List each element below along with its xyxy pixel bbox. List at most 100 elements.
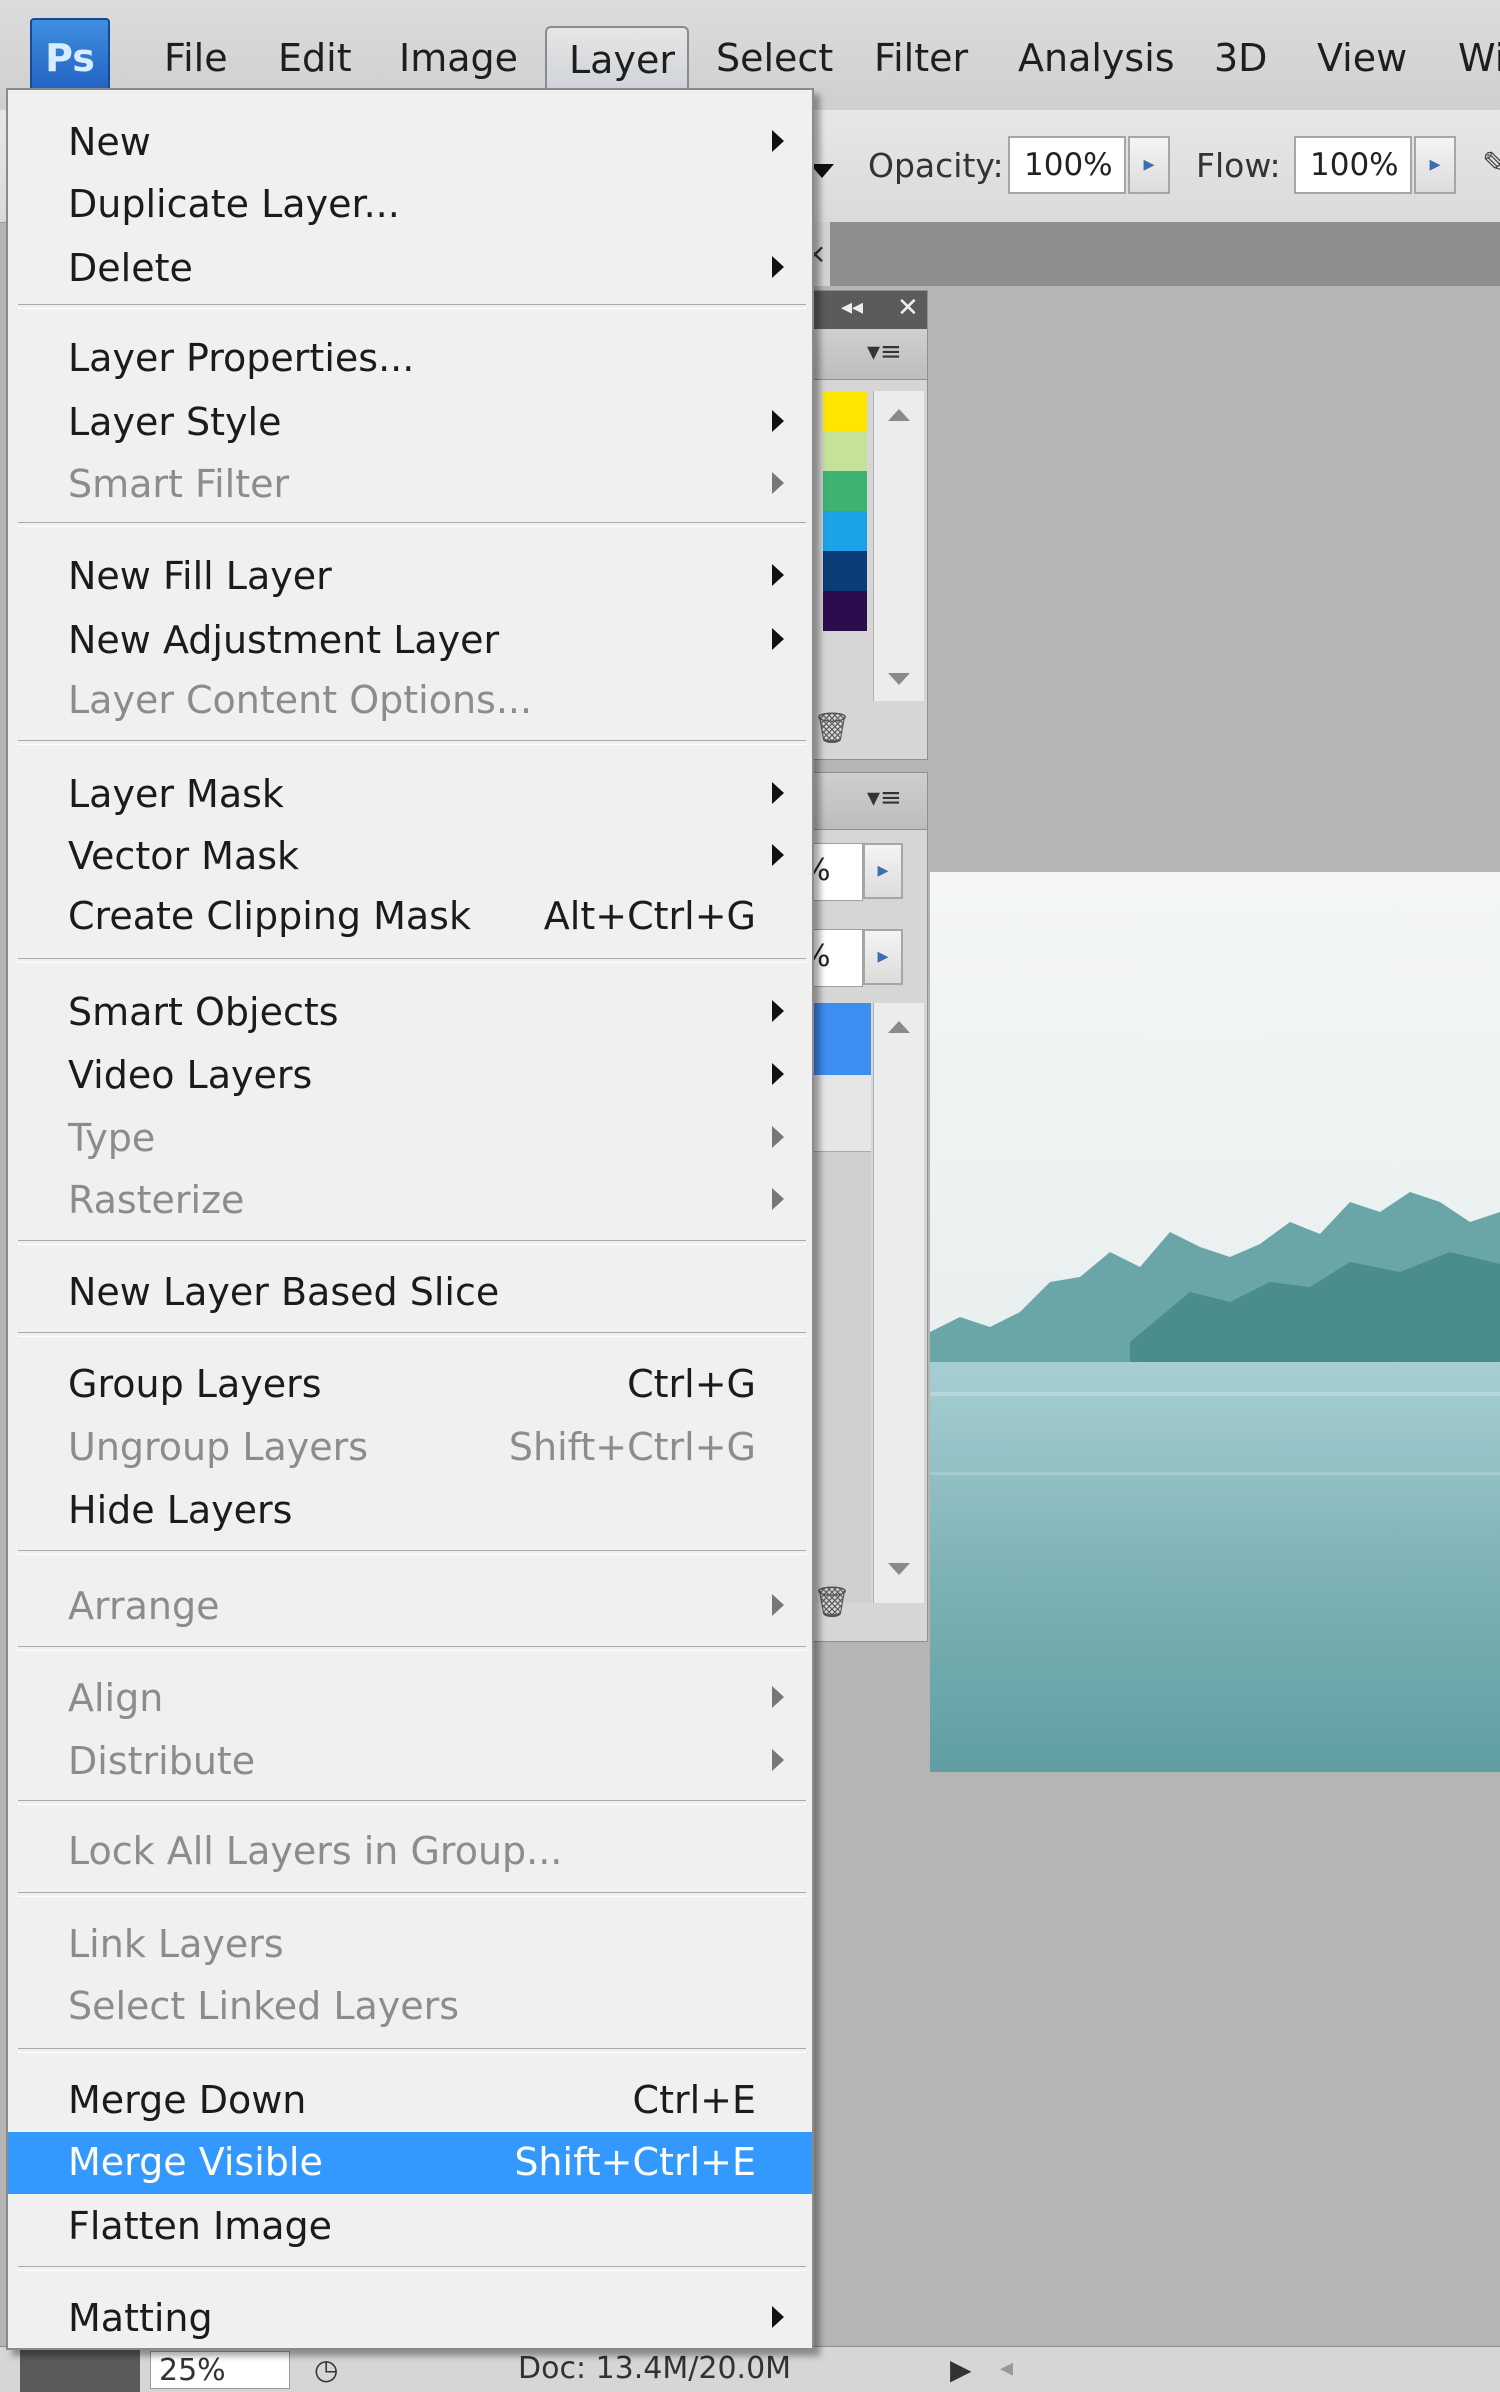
panel-tab-row: ▾≡ — [801, 773, 927, 830]
scroll-up-icon[interactable] — [888, 409, 910, 421]
scroll-up-icon[interactable] — [888, 1021, 910, 1033]
submenu-arrow-icon — [772, 1126, 784, 1148]
menu-analysis[interactable]: Analysis — [996, 26, 1197, 90]
menu-item-layer-style[interactable]: Layer Style — [8, 392, 812, 452]
swatches-panel: ◂◂ ✕ ▾≡ 🗑 — [800, 290, 928, 760]
menu-item-layer-properties[interactable]: Layer Properties... — [8, 328, 812, 388]
menu-item-create-clipping-mask[interactable]: Create Clipping Mask Alt+Ctrl+G — [8, 886, 812, 946]
menu-separator — [18, 2266, 806, 2271]
menu-item-label: New Layer Based Slice — [68, 1270, 500, 1314]
submenu-arrow-icon — [772, 410, 784, 432]
submenu-arrow-icon — [772, 1686, 784, 1708]
submenu-arrow-icon — [772, 1000, 784, 1022]
menu-filter[interactable]: Filter — [852, 26, 990, 90]
menu-separator — [18, 304, 806, 309]
menu-item-delete[interactable]: Delete — [8, 238, 812, 298]
menu-item-smart-objects[interactable]: Smart Objects — [8, 982, 812, 1042]
color-swatch[interactable] — [823, 471, 867, 511]
menu-item-new[interactable]: New — [8, 112, 812, 172]
color-swatch[interactable] — [823, 591, 867, 631]
menu-item-duplicate-layer[interactable]: Duplicate Layer... — [8, 174, 812, 234]
menu-layer[interactable]: Layer — [545, 26, 689, 90]
layers-scrollbar[interactable] — [873, 1003, 924, 1603]
airbrush-icon[interactable]: ✎ — [1482, 146, 1500, 181]
menu-item-video-layers[interactable]: Video Layers — [8, 1045, 812, 1105]
panel-menu-icon[interactable]: ▾≡ — [867, 337, 902, 367]
status-dark-block — [20, 2347, 140, 2392]
photoshop-logo[interactable]: Ps — [30, 18, 110, 98]
menu-item-group-layers[interactable]: Group Layers Ctrl+G — [8, 1354, 812, 1414]
menu-item-vector-mask[interactable]: Vector Mask — [8, 826, 812, 886]
status-bar: 25% ◷ Doc: 13.4M/20.0M ▶ ◂ — [0, 2346, 1500, 2392]
color-swatch[interactable] — [823, 391, 867, 431]
menu-item-hide-layers[interactable]: Hide Layers — [8, 1480, 812, 1540]
flow-slider-arrow-icon[interactable]: ▸ — [1414, 136, 1456, 194]
submenu-arrow-icon — [772, 130, 784, 152]
menu-item-new-fill-layer[interactable]: New Fill Layer — [8, 546, 812, 606]
trash-icon[interactable]: 🗑 — [813, 711, 851, 746]
opacity-label: Opacity: — [868, 146, 1004, 185]
menu-item-ungroup-layers: Ungroup Layers Shift+Ctrl+G — [8, 1417, 812, 1477]
menu-view[interactable]: View — [1295, 26, 1429, 90]
menu-item-label: Rasterize — [68, 1178, 245, 1222]
submenu-arrow-icon — [772, 1188, 784, 1210]
opacity-slider-arrow-icon[interactable]: ▸ — [1128, 136, 1170, 194]
status-info-icon[interactable]: ◷ — [314, 2353, 338, 2386]
menu-item-select-linked-layers: Select Linked Layers — [8, 1976, 812, 2036]
scroll-down-icon[interactable] — [888, 1563, 910, 1575]
menu-item-label: Distribute — [68, 1739, 256, 1783]
menu-item-label: Matting — [68, 2296, 213, 2340]
status-menu-arrow-icon[interactable]: ▶ — [950, 2353, 972, 2386]
menu-separator — [18, 522, 806, 527]
document-canvas[interactable] — [930, 872, 1500, 1772]
color-swatch[interactable] — [823, 551, 867, 591]
panel-menu-icon[interactable]: ▾≡ — [867, 783, 902, 813]
submenu-arrow-icon — [772, 564, 784, 586]
menu-item-shortcut: Ctrl+G — [627, 1362, 756, 1406]
close-icon[interactable]: ✕ — [897, 293, 919, 323]
submenu-arrow-icon — [772, 1749, 784, 1771]
scroll-down-icon[interactable] — [888, 673, 910, 685]
layer-menu-dropdown: New Duplicate Layer... Delete Layer Prop… — [6, 88, 814, 2350]
color-swatch[interactable] — [823, 431, 867, 471]
menu-item-label: Smart Objects — [68, 990, 339, 1034]
menu-item-label: Align — [68, 1676, 164, 1720]
menu-separator — [18, 2048, 806, 2053]
menu-item-merge-down[interactable]: Merge Down Ctrl+E — [8, 2070, 812, 2130]
menu-item-label: Flatten Image — [68, 2204, 333, 2248]
menu-3d[interactable]: 3D — [1192, 26, 1289, 90]
menu-item-label: Delete — [68, 246, 193, 290]
flow-input[interactable]: 100% — [1294, 136, 1412, 194]
layers-panel: ▾≡ % ▸ % ▸ 🗑 — [800, 772, 928, 1642]
menu-separator — [18, 1332, 806, 1337]
opacity-input[interactable]: 100% — [1008, 136, 1126, 194]
menu-item-layer-mask[interactable]: Layer Mask — [8, 764, 812, 824]
menu-item-align: Align — [8, 1668, 812, 1728]
menu-item-new-layer-based-slice[interactable]: New Layer Based Slice — [8, 1262, 812, 1322]
menu-image[interactable]: Image — [377, 26, 540, 90]
menu-separator — [18, 1646, 806, 1651]
menu-select[interactable]: Select — [694, 26, 855, 90]
menu-item-shortcut: Shift+Ctrl+G — [508, 1425, 756, 1469]
collapse-icon[interactable]: ◂◂ — [841, 295, 863, 320]
submenu-arrow-icon — [772, 844, 784, 866]
menu-file[interactable]: File — [142, 26, 250, 90]
menu-item-flatten-image[interactable]: Flatten Image — [8, 2196, 812, 2256]
menu-item-label: Hide Layers — [68, 1488, 293, 1532]
menu-item-merge-visible[interactable]: Merge Visible Shift+Ctrl+E — [8, 2132, 812, 2194]
zoom-input[interactable]: 25% — [150, 2351, 290, 2389]
trash-icon[interactable]: 🗑 — [813, 1585, 851, 1620]
menu-item-arrange: Arrange — [8, 1576, 812, 1636]
swatch-scrollbar[interactable] — [873, 391, 924, 701]
menu-window[interactable]: Wi — [1436, 26, 1500, 90]
scroll-left-icon[interactable]: ◂ — [1000, 2353, 1013, 2383]
layer-opacity-arrow-icon[interactable]: ▸ — [863, 843, 903, 899]
menu-item-matting[interactable]: Matting — [8, 2288, 812, 2348]
menu-item-new-adjustment-layer[interactable]: New Adjustment Layer — [8, 610, 812, 670]
menu-edit[interactable]: Edit — [256, 26, 374, 90]
menu-item-lock-all-layers: Lock All Layers in Group... — [8, 1821, 812, 1881]
color-swatch[interactable] — [823, 511, 867, 551]
submenu-arrow-icon — [772, 782, 784, 804]
menu-item-shortcut: Alt+Ctrl+G — [543, 894, 756, 938]
layer-fill-arrow-icon[interactable]: ▸ — [863, 929, 903, 985]
